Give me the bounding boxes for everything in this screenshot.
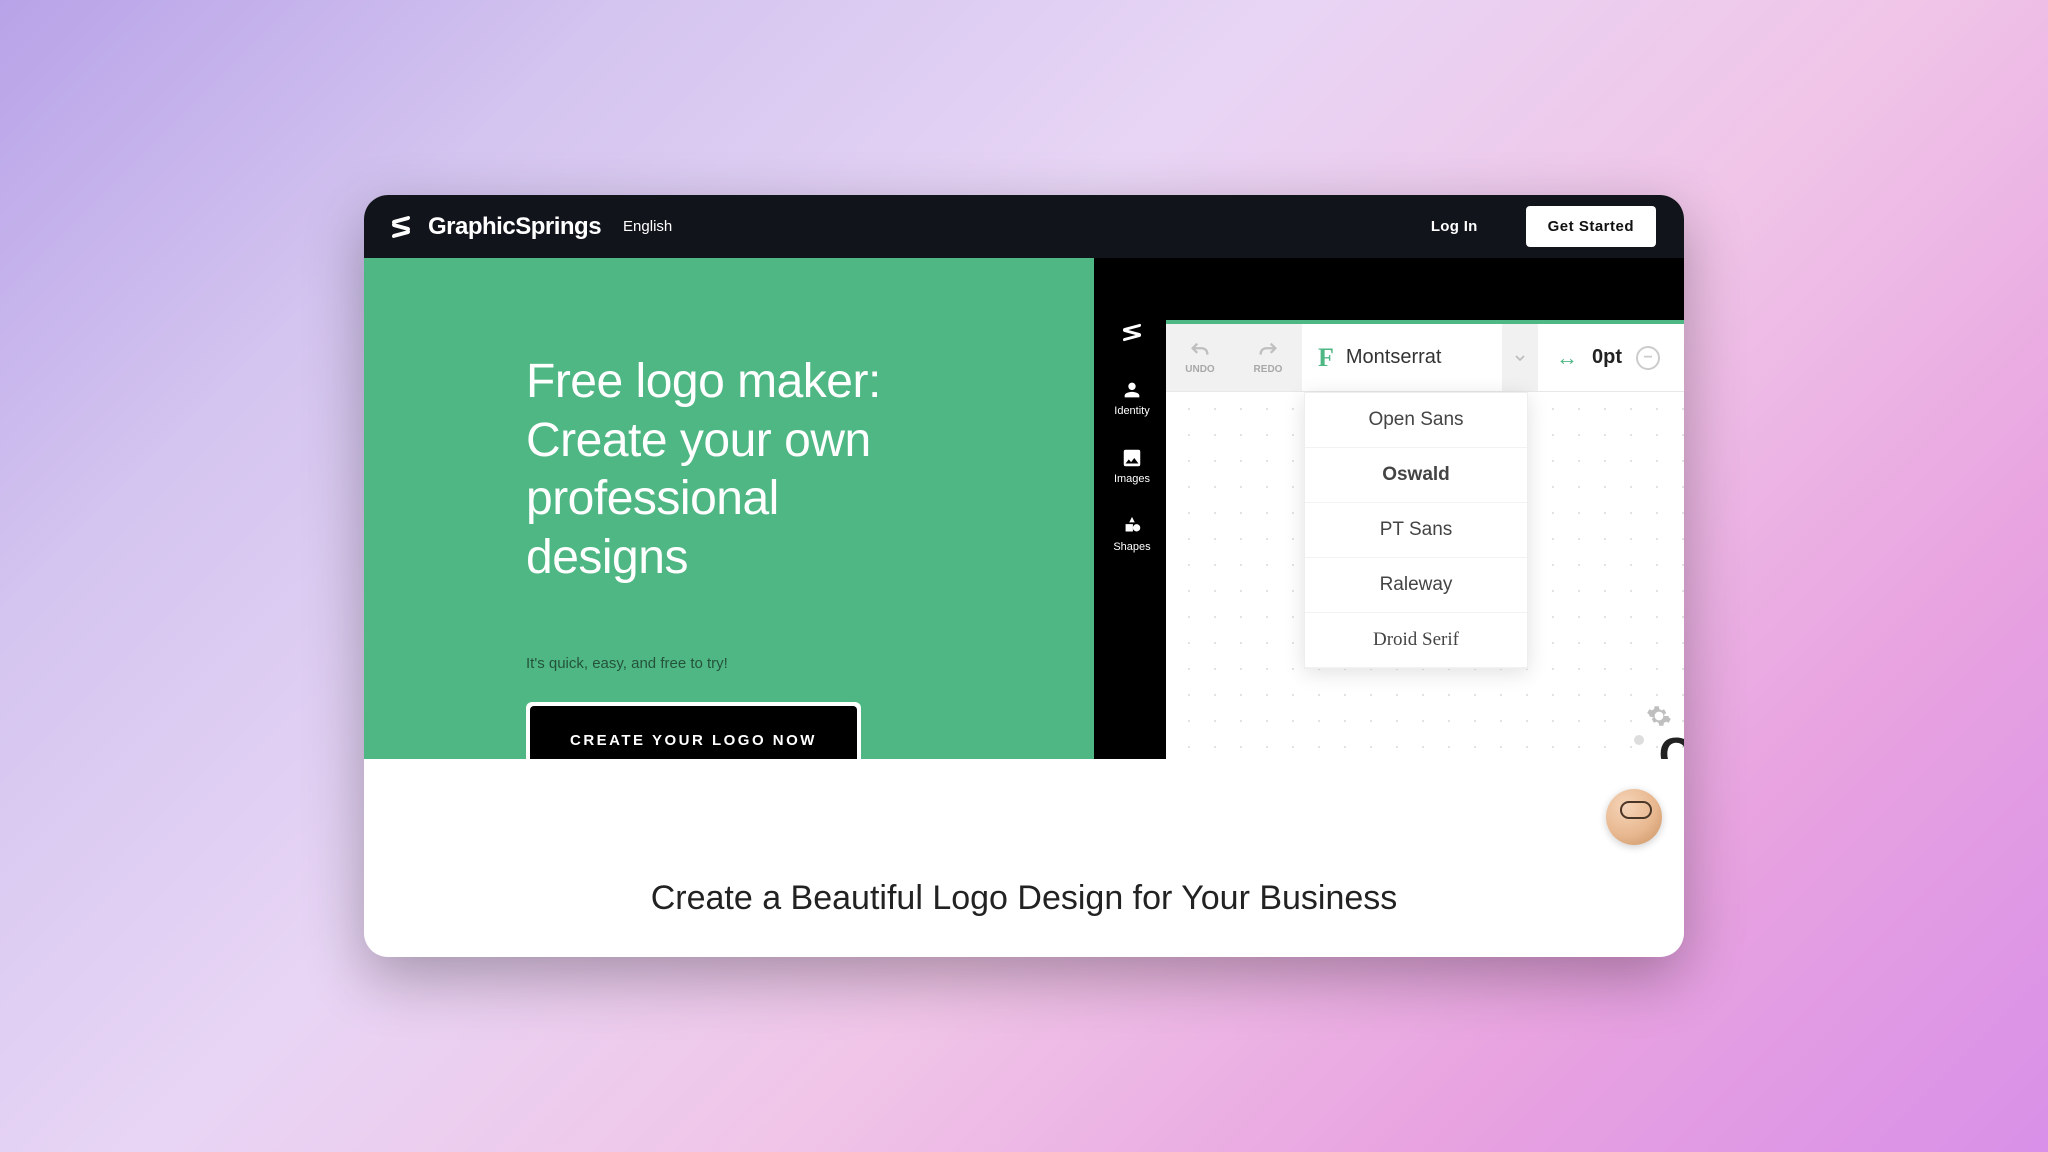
canvas-text-fragment: C — [1659, 727, 1684, 759]
chevron-down-icon — [1512, 350, 1528, 366]
redo-button[interactable]: REDO — [1234, 324, 1302, 391]
sidebar-label: Images — [1114, 473, 1150, 485]
gear-icon — [1646, 703, 1672, 729]
shapes-icon — [1121, 515, 1143, 537]
hero-subtitle: It's quick, easy, and free to try! — [526, 655, 1094, 672]
hero-title: Free logo maker: Create your own profess… — [526, 353, 946, 587]
editor-canvas: UNDO REDO F Montserrat ↔ 0 — [1166, 320, 1684, 759]
font-dropdown-toggle[interactable] — [1502, 324, 1538, 391]
editor-preview: Identity Images Shapes UNDO — [1094, 258, 1684, 759]
font-icon: F — [1318, 343, 1334, 373]
brand-name: GraphicSprings — [428, 213, 601, 241]
font-selector[interactable]: F Montserrat — [1302, 324, 1502, 391]
letter-spacing: ↔ 0pt − — [1538, 324, 1678, 391]
undo-label: UNDO — [1185, 364, 1214, 375]
user-icon — [1121, 379, 1143, 401]
get-started-button[interactable]: Get Started — [1526, 206, 1656, 247]
spacing-value: 0pt — [1592, 346, 1622, 369]
section-2: Create a Beautiful Logo Design for Your … — [364, 759, 1684, 918]
sidebar-item-images[interactable]: Images — [1114, 447, 1150, 485]
sidebar-label: Shapes — [1113, 541, 1150, 553]
redo-icon — [1257, 340, 1279, 362]
font-option[interactable]: Raleway — [1305, 558, 1527, 613]
font-option[interactable]: Oswald — [1305, 448, 1527, 503]
spacing-decrease-button[interactable]: − — [1636, 346, 1660, 370]
font-name: Montserrat — [1346, 346, 1442, 369]
hero-copy: Free logo maker: Create your own profess… — [364, 258, 1094, 759]
app-window: GraphicSprings English Log In Get Starte… — [364, 195, 1684, 957]
chat-widget-avatar[interactable] — [1606, 789, 1662, 845]
sidebar-item-identity[interactable]: Identity — [1114, 379, 1149, 417]
image-icon — [1121, 447, 1143, 469]
font-option[interactable]: Droid Serif — [1305, 613, 1527, 668]
hero: Free logo maker: Create your own profess… — [364, 258, 1684, 759]
font-option[interactable]: PT Sans — [1305, 503, 1527, 558]
editor-toolbar: UNDO REDO F Montserrat ↔ 0 — [1166, 324, 1684, 392]
zoom-slider-handle[interactable] — [1634, 735, 1644, 745]
editor-sidebar: Identity Images Shapes — [1106, 326, 1158, 553]
editor-logo-icon — [1123, 326, 1141, 339]
font-dropdown: Open Sans Oswald PT Sans Raleway Droid S… — [1304, 392, 1528, 669]
sidebar-label: Identity — [1114, 405, 1149, 417]
header: GraphicSprings English Log In Get Starte… — [364, 195, 1684, 258]
sidebar-item-shapes[interactable]: Shapes — [1113, 515, 1150, 553]
undo-button[interactable]: UNDO — [1166, 324, 1234, 391]
settings-button[interactable] — [1646, 703, 1672, 729]
spacing-arrow-icon: ↔ — [1556, 345, 1578, 371]
language-selector[interactable]: English — [623, 218, 672, 235]
font-option[interactable]: Open Sans — [1305, 393, 1527, 448]
section-2-title: Create a Beautiful Logo Design for Your … — [364, 879, 1684, 918]
brand-logo-icon — [392, 218, 410, 236]
undo-icon — [1189, 340, 1211, 362]
redo-label: REDO — [1254, 364, 1283, 375]
login-link[interactable]: Log In — [1431, 218, 1478, 235]
